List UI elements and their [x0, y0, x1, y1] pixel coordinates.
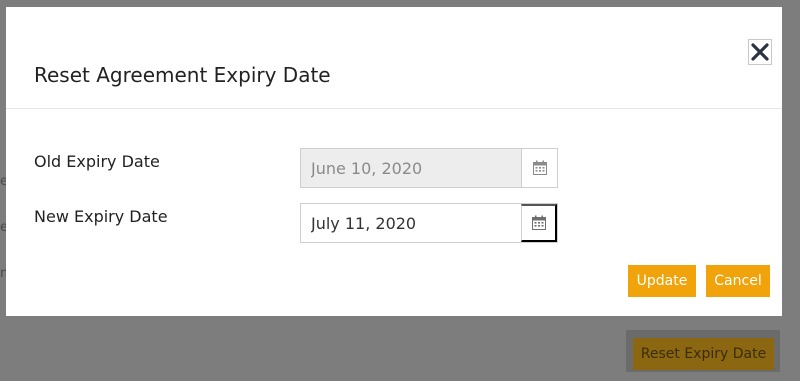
- cancel-button[interactable]: Cancel: [706, 265, 770, 297]
- old-expiry-date-label: Old Expiry Date: [34, 152, 160, 171]
- calendar-icon: [531, 215, 546, 230]
- header-divider: [6, 108, 782, 109]
- old-expiry-date-input: [301, 149, 521, 187]
- close-button[interactable]: [748, 39, 772, 65]
- new-expiry-date-label: New Expiry Date: [34, 207, 168, 226]
- reset-expiry-dialog: Reset Agreement Expiry Date Old Expiry D…: [6, 7, 782, 316]
- new-expiry-date-input[interactable]: [301, 204, 521, 242]
- new-expiry-date-field: [300, 203, 558, 243]
- old-expiry-calendar-button: [521, 149, 557, 187]
- new-expiry-calendar-button[interactable]: [521, 204, 557, 242]
- close-icon: [751, 43, 769, 61]
- reset-expiry-date-button: Reset Expiry Date: [633, 338, 774, 370]
- dialog-title: Reset Agreement Expiry Date: [34, 63, 331, 87]
- old-expiry-date-field: [300, 148, 558, 188]
- calendar-icon: [532, 160, 547, 175]
- update-button[interactable]: Update: [628, 265, 696, 297]
